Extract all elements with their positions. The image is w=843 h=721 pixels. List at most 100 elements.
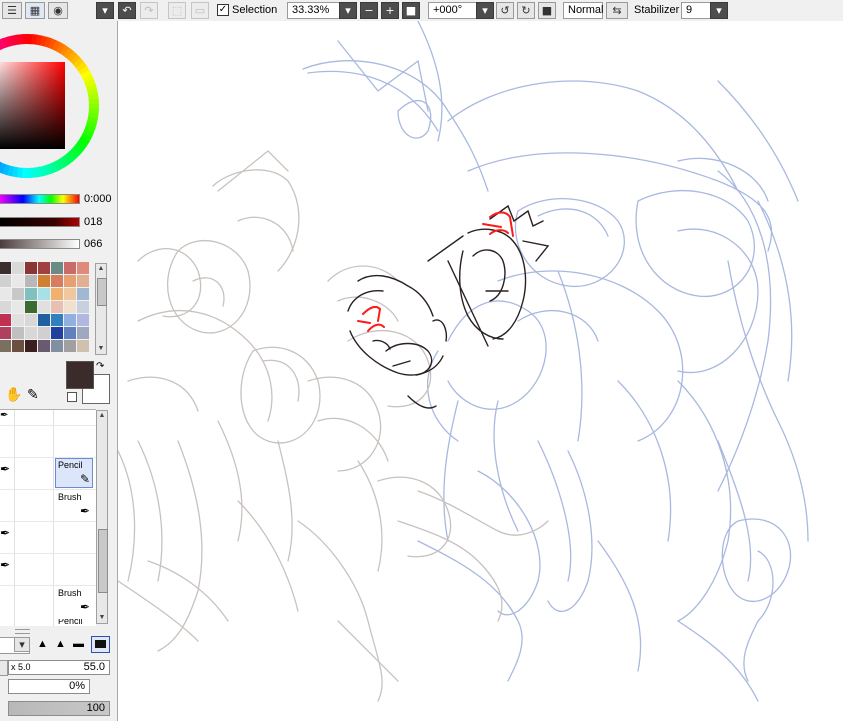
color-swatch[interactable] <box>51 314 63 326</box>
scroll-thumb[interactable] <box>98 529 108 593</box>
color-swatch[interactable] <box>77 314 89 326</box>
shape-sharp-icon[interactable]: ▲ <box>37 638 48 650</box>
tool-scrollbar[interactable]: ▲ ▼ <box>96 410 108 624</box>
scroll-up-icon[interactable]: ▲ <box>97 411 107 421</box>
eyedropper-icon[interactable]: ✎ <box>27 387 39 403</box>
zoom-out-button[interactable]: − <box>360 2 378 19</box>
color-swatch[interactable] <box>12 314 24 326</box>
rotate-right-button[interactable]: ↻ <box>517 2 535 19</box>
panel-splitter[interactable] <box>15 629 30 634</box>
tool-pencil[interactable]: Pencil ✎ <box>55 458 93 488</box>
color-swatch[interactable] <box>25 301 37 313</box>
hand-icon[interactable]: ✋ <box>5 387 22 403</box>
zoom-field[interactable]: 33.33% <box>287 2 340 19</box>
color-swatch[interactable] <box>25 314 37 326</box>
color-swatch[interactable] <box>77 262 89 274</box>
rotation-field[interactable]: +000° <box>428 2 478 19</box>
scroll-up-icon[interactable]: ▲ <box>96 264 106 274</box>
zoom-in-button[interactable]: + <box>381 2 399 19</box>
color-swatch[interactable] <box>77 327 89 339</box>
tool-pencil-2[interactable]: Pencil <box>55 618 93 626</box>
color-swatch[interactable] <box>51 288 63 300</box>
color-swatch[interactable] <box>0 275 11 287</box>
primary-color[interactable] <box>66 361 94 389</box>
shape-medium-icon[interactable]: ▲ <box>55 638 66 650</box>
stabilizer-dropdown-button[interactable]: ▾ <box>710 2 728 19</box>
color-swatch[interactable] <box>64 340 76 352</box>
color-swatch[interactable] <box>12 262 24 274</box>
color-swatch[interactable] <box>51 301 63 313</box>
color-swatch[interactable] <box>25 288 37 300</box>
color-swatch[interactable] <box>51 275 63 287</box>
hue-slider[interactable] <box>0 194 80 204</box>
color-swatch[interactable] <box>38 288 50 300</box>
partial-tool-icon[interactable]: ✒ <box>0 558 10 572</box>
panel-list-icon[interactable]: ☰ <box>2 2 22 19</box>
color-swatch[interactable] <box>64 288 76 300</box>
zoom-dropdown-button[interactable]: ▾ <box>339 2 357 19</box>
shape-soft-icon[interactable]: ▬ <box>73 638 84 650</box>
deselect-button[interactable]: ⬚ <box>168 2 186 19</box>
tool-brush[interactable]: Brush ✒ <box>55 490 93 520</box>
panel-view-icon[interactable]: ◉ <box>48 2 68 19</box>
color-grid-icon[interactable]: ▦ <box>25 2 45 19</box>
stabilizer-field[interactable]: 9 <box>681 2 711 19</box>
color-swatch[interactable] <box>0 327 11 339</box>
color-swatch[interactable] <box>0 262 11 274</box>
min-size-field[interactable]: 0% <box>8 679 90 694</box>
saturation-slider[interactable] <box>0 217 80 227</box>
color-swatch[interactable] <box>51 340 63 352</box>
size-multiplier-toggle[interactable] <box>0 660 8 676</box>
color-swatch[interactable] <box>64 301 76 313</box>
value-slider[interactable] <box>0 239 80 249</box>
rotation-dropdown-button[interactable]: ▾ <box>476 2 494 19</box>
selection-checkbox[interactable]: ✓ <box>217 4 229 16</box>
color-swatch[interactable] <box>51 327 63 339</box>
color-swatch[interactable] <box>12 340 24 352</box>
clear-button[interactable]: ▭ <box>191 2 209 19</box>
color-swatch[interactable] <box>64 275 76 287</box>
scroll-thumb[interactable] <box>97 278 107 306</box>
color-swatch[interactable] <box>12 275 24 287</box>
partial-tool-icon[interactable]: ✒ <box>0 526 10 540</box>
shape-flat-icon[interactable] <box>91 636 110 653</box>
size-field[interactable]: x 5.0 55.0 <box>8 660 110 675</box>
color-swatch[interactable] <box>77 301 89 313</box>
drawing-canvas[interactable] <box>118 21 843 721</box>
color-wheel[interactable] <box>0 21 117 191</box>
color-swatch[interactable] <box>77 340 89 352</box>
partial-tool-icon[interactable]: ✒ <box>0 410 8 421</box>
color-swatch[interactable] <box>77 288 89 300</box>
color-swatch[interactable] <box>0 288 11 300</box>
color-swatch[interactable] <box>25 340 37 352</box>
tool-brush-2[interactable]: Brush ✒ <box>55 586 93 616</box>
menu-dropdown-button[interactable]: ▾ <box>96 2 114 19</box>
color-swatch[interactable] <box>64 262 76 274</box>
swap-colors-icon[interactable]: ↷ <box>96 361 104 372</box>
color-swatch[interactable] <box>38 340 50 352</box>
color-swatch[interactable] <box>12 288 24 300</box>
color-swatch[interactable] <box>25 275 37 287</box>
color-swatch[interactable] <box>25 262 37 274</box>
color-swatch[interactable] <box>0 340 11 352</box>
color-swatch[interactable] <box>38 327 50 339</box>
sketch-artwork[interactable] <box>118 21 843 721</box>
scroll-down-icon[interactable]: ▼ <box>96 344 106 354</box>
color-swatch[interactable] <box>12 327 24 339</box>
color-swatch[interactable] <box>64 314 76 326</box>
color-swatch[interactable] <box>0 314 11 326</box>
scroll-down-icon[interactable]: ▼ <box>97 613 107 623</box>
color-swatch[interactable] <box>51 262 63 274</box>
color-swatch[interactable] <box>0 301 11 313</box>
undo-button[interactable]: ↶ <box>118 2 136 19</box>
reset-colors-icon[interactable] <box>67 392 77 402</box>
density-field[interactable]: 100 <box>8 701 110 716</box>
color-swatch[interactable] <box>38 262 50 274</box>
redo-button[interactable]: ↷ <box>140 2 158 19</box>
blend-dropdown-button[interactable]: ▾ <box>14 637 30 652</box>
color-swatch[interactable] <box>38 314 50 326</box>
color-swatch[interactable] <box>77 275 89 287</box>
rotate-left-button[interactable]: ↺ <box>496 2 514 19</box>
color-swatch[interactable] <box>38 301 50 313</box>
partial-tool-icon[interactable]: ✒ <box>0 462 10 476</box>
